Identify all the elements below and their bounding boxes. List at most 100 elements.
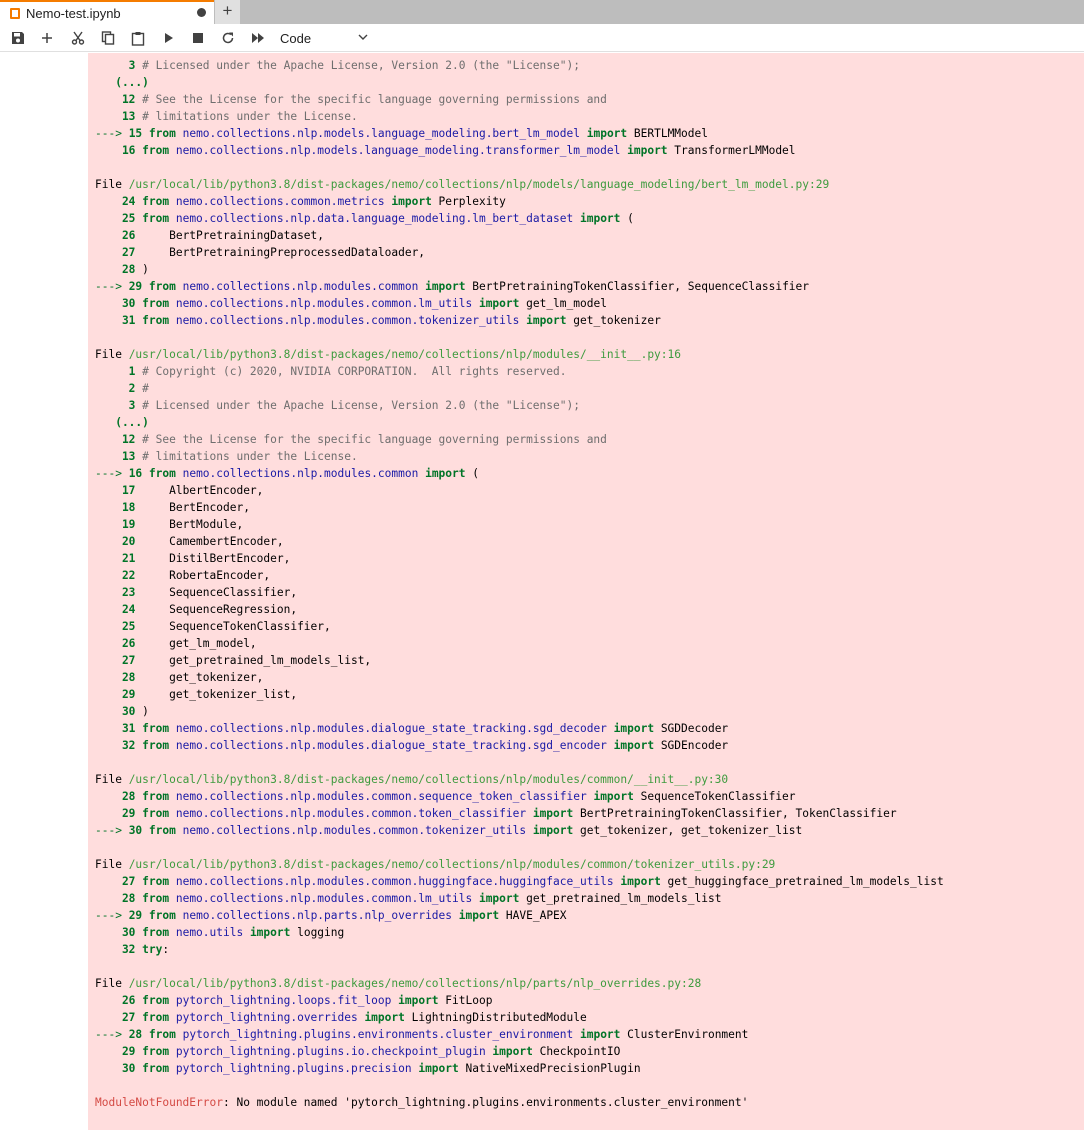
line-number: 26 [95,229,143,242]
restart-button[interactable] [216,24,240,52]
code-text: File [95,178,129,191]
new-tab-button[interactable]: + [215,0,240,24]
keyword: from [148,824,183,837]
module-name: nemo.collections.nlp.modules.common.toke… [182,824,527,837]
code-text: FitLoop [445,994,493,1007]
traceback-line: 18 BertEncoder, [95,501,250,514]
line-number: 24 [95,195,143,208]
run-button[interactable] [157,24,181,52]
keyword: import [573,1028,628,1041]
fast-forward-icon [252,33,264,43]
interrupt-button[interactable] [186,24,210,52]
current-line-arrow: ---> [95,909,129,922]
traceback-line: 29 from pytorch_lightning.plugins.io.che… [95,1045,620,1058]
unsaved-dot-icon[interactable] [197,8,206,17]
error-type: ModuleNotFoundError [95,1096,223,1109]
line-number: 25 [95,212,143,225]
traceback-line: 25 SequenceTokenClassifier, [95,620,331,633]
comment: # Licensed under the Apache License, Ver… [142,399,580,412]
notebook-panel[interactable]: 2 # 3 # Licensed under the Apache Licens… [0,53,1084,1130]
scissors-icon [71,31,85,45]
current-line-arrow: ---> [95,280,129,293]
line-number: 2 [95,382,143,395]
code-text: BERTLMModel [633,127,708,140]
keyword: from [142,1011,176,1024]
module-name: pytorch_lightning.plugins.precision [175,1062,412,1075]
comment: # limitations under the License. [142,450,358,463]
code-text: get_tokenizer_list, [142,688,298,701]
traceback-line: 24 SequenceRegression, [95,603,297,616]
cut-button[interactable] [66,24,90,52]
copy-button[interactable] [96,24,120,52]
line-number: 12 [95,433,143,446]
module-name: nemo.collections.nlp.modules.common.hugg… [175,875,614,888]
keyword: from [142,926,176,939]
traceback-line: File /usr/local/lib/python3.8/dist-packa… [95,773,728,786]
keyword: from [148,909,183,922]
line-number: 32 [95,739,143,752]
keyword: import [472,892,527,905]
cell-type-select[interactable]: Code [280,24,370,52]
code-text: BertPretrainingTokenClassifier, TokenCla… [579,807,897,820]
keyword: import [620,144,675,157]
code-text: SequenceTokenClassifier [640,790,796,803]
keyword: import [472,297,527,310]
code-text: get_pretrained_lm_models_list [526,892,722,905]
cell-type-value: Code [280,30,312,46]
line-number: 16 [95,144,143,157]
module-name: nemo.collections.nlp.modules.common [182,467,419,480]
keyword: from [142,144,176,157]
module-name: nemo.collections.common.metrics [175,195,385,208]
traceback-line: 3 # Licensed under the Apache License, V… [95,399,580,412]
module-name: nemo.collections.nlp.modules.common.toke… [175,807,527,820]
keyword: import [573,212,628,225]
traceback-line: 23 SequenceClassifier, [95,586,297,599]
line-number: 17 [95,484,143,497]
code-text: ClusterEnvironment [627,1028,749,1041]
keyword: from [142,875,176,888]
tab-notebook[interactable]: Nemo-test.ipynb [0,0,214,24]
traceback-line: 29 from nemo.collections.nlp.modules.com… [95,807,897,820]
module-name: nemo.collections.nlp.modules.dialogue_st… [175,739,607,752]
comment: # See the License for the specific langu… [142,93,607,106]
keyword: import [452,909,506,922]
line-number: 30 [95,297,143,310]
keyword: from [142,722,176,735]
code-text: get_lm_model [526,297,607,310]
line-number: 24 [95,603,143,616]
keyword: import [606,722,661,735]
line-number: 28 [128,1028,149,1041]
keyword: from [142,892,176,905]
file-path: /usr/local/lib/python3.8/dist-packages/n… [128,773,729,786]
stop-icon [193,33,203,43]
line-number: 26 [95,637,143,650]
traceback-line: 3 # Licensed under the Apache License, V… [95,59,580,72]
code-text: get_pretrained_lm_models_list, [142,654,372,667]
file-path: /usr/local/lib/python3.8/dist-packages/n… [128,858,776,871]
traceback-line: File /usr/local/lib/python3.8/dist-packa… [95,178,829,191]
code-text: logging [297,926,345,939]
keyword: from [148,127,183,140]
traceback-line: 26 get_lm_model, [95,637,257,650]
traceback-line: 30 from nemo.utils import logging [95,926,344,939]
insert-cell-button[interactable] [35,24,59,52]
output-prompt-area [0,53,88,1130]
line-number: 27 [95,246,143,259]
traceback-line: ---> 29 from nemo.collections.nlp.parts.… [95,909,567,922]
traceback-line: 30 from pytorch_lightning.plugins.precis… [95,1062,641,1075]
code-text: BertEncoder, [142,501,250,514]
traceback-line: 31 from nemo.collections.nlp.modules.com… [95,314,661,327]
keyword: import [606,739,661,752]
restart-run-all-button[interactable] [246,24,270,52]
code-text: TransformerLMModel [674,144,796,157]
code-text: Perplexity [438,195,506,208]
file-path: /usr/local/lib/python3.8/dist-packages/n… [128,977,702,990]
code-text: ) [142,263,149,276]
line-number: 30 [95,926,143,939]
paste-button[interactable] [126,24,150,52]
save-button[interactable] [6,24,30,52]
traceback-line: File /usr/local/lib/python3.8/dist-packa… [95,858,775,871]
code-text: LightningDistributedModule [411,1011,587,1024]
restart-icon [222,32,234,44]
tab-bar: Nemo-test.ipynb + [0,0,1084,24]
